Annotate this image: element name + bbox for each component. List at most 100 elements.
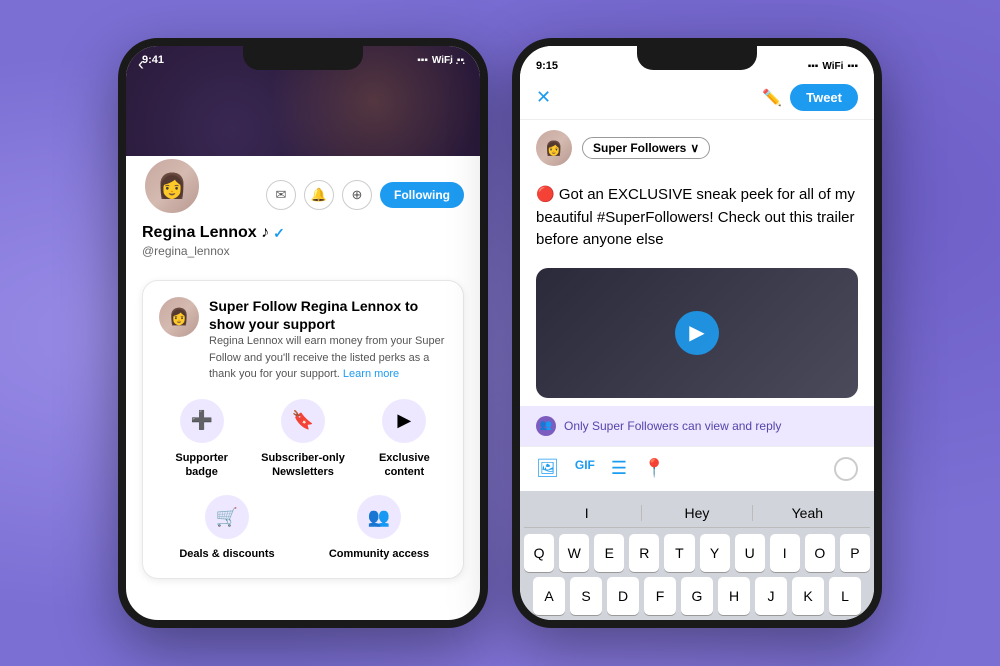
back-button[interactable]: ‹ bbox=[138, 54, 144, 75]
suggestion-i[interactable]: I bbox=[532, 505, 642, 521]
list-toolbar-icon[interactable]: ☰ bbox=[611, 458, 627, 479]
notice-icon: 👥 bbox=[536, 416, 556, 436]
draft-icon[interactable]: ✏️ bbox=[762, 88, 782, 108]
key-s[interactable]: S bbox=[570, 577, 602, 615]
phone-2: 9:15 ▪▪▪ WiFi ▪▪▪ ✕ ✏️ Tweet 👩 Sup bbox=[512, 38, 882, 628]
feature-newsletters: 🔖 Subscriber-only Newsletters bbox=[260, 399, 345, 480]
action-buttons: ✉ 🔔 ⊕ Following bbox=[266, 180, 464, 210]
phone-2-screen: 9:15 ▪▪▪ WiFi ▪▪▪ ✕ ✏️ Tweet 👩 Sup bbox=[520, 46, 874, 620]
key-r[interactable]: R bbox=[629, 534, 659, 572]
phone-1-screen: 9:41 ▪▪▪ WiFi ▪▪ ‹ ··· 👩 ✉ 🔔 bbox=[126, 46, 480, 620]
card-title: Super Follow Regina Lennox to show your … bbox=[209, 297, 447, 333]
key-g[interactable]: G bbox=[681, 577, 713, 615]
location-toolbar-icon[interactable]: 📍 bbox=[643, 458, 665, 479]
key-t[interactable]: T bbox=[664, 534, 694, 572]
key-z[interactable]: Z bbox=[570, 620, 602, 621]
profile-section: 👩 ✉ 🔔 ⊕ Following Regina Lennox ♪ ✓ @reg… bbox=[126, 156, 480, 270]
suggestion-hey[interactable]: Hey bbox=[642, 505, 752, 521]
phone-1-notch bbox=[243, 46, 363, 70]
character-count-circle bbox=[834, 457, 858, 481]
features-grid-bottom: 🛒 Deals & discounts 👥 Community access bbox=[159, 495, 447, 561]
shift-key[interactable]: ⇧ bbox=[524, 620, 565, 621]
tweet-compose-text[interactable]: 🔴 Got an EXCLUSIVE sneak peek for all of… bbox=[520, 176, 874, 260]
key-d[interactable]: D bbox=[607, 577, 639, 615]
more-profile-button[interactable]: ⊕ bbox=[342, 180, 372, 210]
key-a[interactable]: A bbox=[533, 577, 565, 615]
phone-2-notch bbox=[637, 46, 757, 70]
community-label: Community access bbox=[329, 547, 429, 561]
following-button[interactable]: Following bbox=[380, 182, 464, 208]
notice-text: Only Super Followers can view and reply bbox=[564, 419, 781, 433]
avatar-row: 👩 ✉ 🔔 ⊕ Following bbox=[142, 156, 464, 216]
super-follow-card: 👩 Super Follow Regina Lennox to show you… bbox=[142, 280, 464, 579]
notification-button[interactable]: 🔔 bbox=[304, 180, 334, 210]
phone-2-status-icons: ▪▪▪ WiFi ▪▪▪ bbox=[808, 61, 858, 72]
key-j[interactable]: J bbox=[755, 577, 787, 615]
audience-selector[interactable]: Super Followers ∨ bbox=[582, 137, 710, 159]
super-followers-notice: 👥 Only Super Followers can view and repl… bbox=[520, 406, 874, 446]
key-q[interactable]: Q bbox=[524, 534, 554, 572]
verified-badge: ✓ bbox=[273, 225, 285, 242]
more-options-button[interactable]: ··· bbox=[448, 54, 468, 70]
key-w[interactable]: W bbox=[559, 534, 589, 572]
feature-exclusive: ▶ Exclusive content bbox=[362, 399, 447, 480]
composer-avatar: 👩 bbox=[536, 130, 572, 166]
compose-header-icons: ✏️ Tweet bbox=[762, 84, 858, 111]
signal-icon-2: ▪▪▪ bbox=[808, 61, 819, 72]
exclusive-icon: ▶ bbox=[382, 399, 426, 443]
keyboard-row-2: A S D F G H J K L bbox=[524, 577, 870, 615]
compose-header: ✕ ✏️ Tweet bbox=[520, 76, 874, 120]
key-c[interactable]: C bbox=[644, 620, 676, 621]
key-n[interactable]: N bbox=[755, 620, 787, 621]
card-avatar: 👩 bbox=[159, 297, 199, 337]
image-toolbar-icon[interactable]: 🖼 bbox=[536, 458, 559, 479]
key-e[interactable]: E bbox=[594, 534, 624, 572]
feature-supporter-badge: ➕ Supporter badge bbox=[159, 399, 244, 480]
tweet-button[interactable]: Tweet bbox=[790, 84, 858, 111]
key-k[interactable]: K bbox=[792, 577, 824, 615]
supporter-badge-icon: ➕ bbox=[180, 399, 224, 443]
key-u[interactable]: U bbox=[735, 534, 765, 572]
deals-icon: 🛒 bbox=[205, 495, 249, 539]
gif-toolbar-icon[interactable]: GIF bbox=[575, 458, 595, 479]
card-content: Super Follow Regina Lennox to show your … bbox=[209, 297, 447, 383]
close-compose-button[interactable]: ✕ bbox=[536, 87, 551, 108]
supporter-badge-label: Supporter badge bbox=[159, 451, 244, 480]
play-button[interactable]: ▶ bbox=[675, 311, 719, 355]
key-m[interactable]: M bbox=[792, 620, 824, 621]
key-x[interactable]: X bbox=[607, 620, 639, 621]
key-y[interactable]: Y bbox=[700, 534, 730, 572]
community-icon: 👥 bbox=[357, 495, 401, 539]
key-p[interactable]: P bbox=[840, 534, 870, 572]
message-button[interactable]: ✉ bbox=[266, 180, 296, 210]
key-o[interactable]: O bbox=[805, 534, 835, 572]
key-l[interactable]: L bbox=[829, 577, 861, 615]
card-header: 👩 Super Follow Regina Lennox to show you… bbox=[159, 297, 447, 383]
suggestion-yeah[interactable]: Yeah bbox=[753, 505, 862, 521]
tweet-media-preview: ▶ bbox=[536, 268, 858, 398]
signal-icon: ▪▪▪ bbox=[417, 55, 428, 66]
keyboard-row-1: Q W E R T Y U I O P bbox=[524, 534, 870, 572]
key-v[interactable]: V bbox=[681, 620, 713, 621]
newsletters-label: Subscriber-only Newsletters bbox=[260, 451, 345, 480]
key-b[interactable]: B bbox=[718, 620, 750, 621]
phone-1-time: 9:41 bbox=[142, 54, 164, 66]
compose-toolbar: 🖼 GIF ☰ 📍 bbox=[520, 446, 874, 491]
features-grid-top: ➕ Supporter badge 🔖 Subscriber-only News… bbox=[159, 399, 447, 480]
chevron-down-icon: ∨ bbox=[690, 141, 699, 155]
key-h[interactable]: H bbox=[718, 577, 750, 615]
profile-name: Regina Lennox ♪ ✓ bbox=[142, 224, 464, 242]
feature-community: 👥 Community access bbox=[311, 495, 447, 561]
phone-2-time: 9:15 bbox=[536, 60, 558, 72]
delete-key[interactable]: ⌫ bbox=[829, 620, 870, 621]
wifi-icon-2: WiFi bbox=[822, 61, 843, 72]
deals-label: Deals & discounts bbox=[179, 547, 274, 561]
key-i[interactable]: I bbox=[770, 534, 800, 572]
learn-more-link[interactable]: Learn more bbox=[343, 368, 399, 380]
exclusive-label: Exclusive content bbox=[362, 451, 447, 480]
phone-1: 9:41 ▪▪▪ WiFi ▪▪ ‹ ··· 👩 ✉ 🔔 bbox=[118, 38, 488, 628]
keyboard-row-3: ⇧ Z X C V B N M ⌫ bbox=[524, 620, 870, 621]
phones-container: 9:41 ▪▪▪ WiFi ▪▪ ‹ ··· 👩 ✉ 🔔 bbox=[60, 28, 940, 638]
profile-handle: @regina_lennox bbox=[142, 244, 464, 258]
key-f[interactable]: F bbox=[644, 577, 676, 615]
